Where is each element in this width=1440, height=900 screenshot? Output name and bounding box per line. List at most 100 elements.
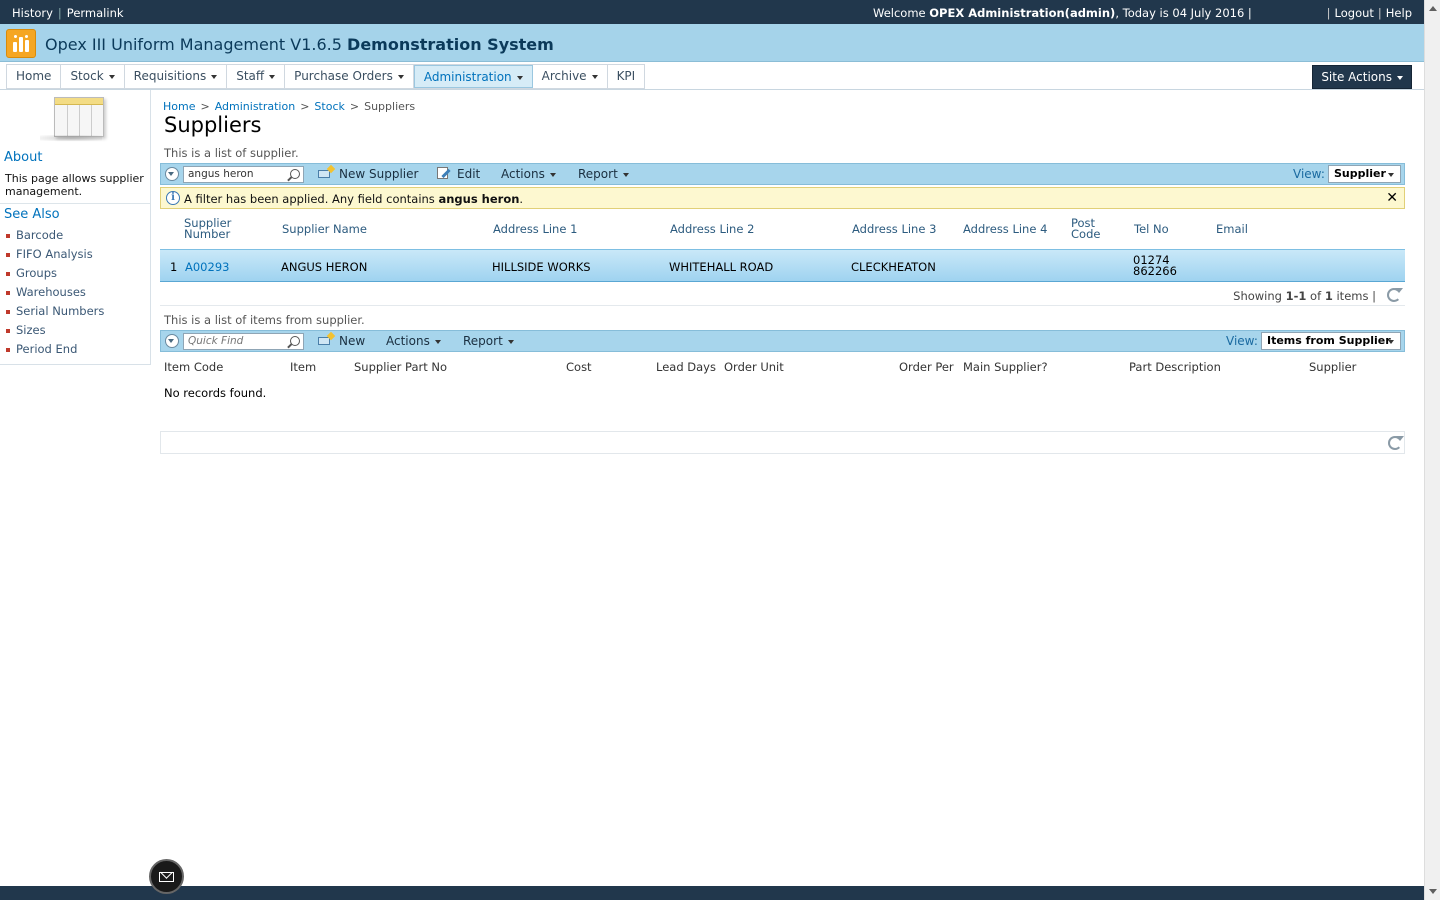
see-also-item-sizes[interactable]: Sizes	[6, 323, 104, 342]
breadcrumb-administration[interactable]: Administration	[215, 100, 296, 113]
nav-administration[interactable]: Administration	[413, 65, 533, 88]
header-label: Address Line 3	[852, 222, 937, 236]
header-label: Tel No	[1134, 222, 1169, 236]
column-header-main-supplier[interactable]: Main Supplier?	[963, 361, 1048, 373]
site-actions-button[interactable]: Site Actions	[1312, 65, 1412, 89]
nav-staff[interactable]: Staff	[227, 65, 286, 88]
clear-filter-close-icon[interactable]: ✕	[1386, 190, 1398, 206]
scroll-up-icon[interactable]	[1429, 6, 1437, 11]
nav-kpi[interactable]: KPI	[608, 65, 646, 88]
left-sidebar: About This page allows supplier manageme…	[0, 90, 151, 365]
bullet-icon	[6, 347, 10, 352]
new-item-icon	[318, 164, 336, 179]
history-link[interactable]: History	[12, 6, 53, 20]
column-header-order-per[interactable]: Order Per	[899, 360, 954, 374]
permalink-link[interactable]: Permalink	[67, 6, 124, 20]
scroll-down-icon[interactable]	[1429, 889, 1437, 894]
column-header-address-line-3[interactable]: Address Line 3	[852, 222, 937, 236]
edit-button[interactable]: Edit	[436, 167, 480, 181]
header-label: Address Line 4	[963, 222, 1048, 236]
info-icon: i	[166, 191, 180, 205]
view-select[interactable]: Supplier	[1328, 165, 1401, 183]
see-also-item-warehouses[interactable]: Warehouses	[6, 285, 104, 304]
today-date: , Today is 04 July 2016 |	[1115, 6, 1252, 20]
breadcrumb-home[interactable]: Home	[163, 100, 195, 113]
column-header-part-description[interactable]: Part Description	[1129, 361, 1221, 373]
column-header-cost[interactable]: Cost	[566, 361, 592, 373]
view-select[interactable]: Items from Supplier	[1261, 332, 1401, 350]
actions-menu[interactable]: Actions	[386, 334, 441, 348]
column-header-item[interactable]: Item	[290, 361, 316, 373]
filter-term: angus heron	[438, 192, 520, 206]
header-label: Address Line 2	[670, 222, 755, 236]
link-label: Barcode	[16, 228, 64, 242]
actions-menu[interactable]: Actions	[501, 167, 556, 181]
search-icon[interactable]	[290, 336, 300, 346]
see-also-item-period-end[interactable]: Period End	[6, 342, 104, 361]
table-row[interactable]: 1 A00293 ANGUS HERON HILLSIDE WORKS WHIT…	[160, 249, 1405, 282]
column-header-address-line-2[interactable]: Address Line 2	[670, 222, 755, 236]
logout-link[interactable]: Logout	[1335, 6, 1374, 20]
report-menu[interactable]: Report	[463, 334, 514, 348]
header-label: Order Per	[899, 360, 954, 374]
search-placeholder: Quick Find	[188, 335, 244, 347]
report-menu[interactable]: Report	[578, 167, 629, 181]
site-title[interactable]: Opex III Uniform Management V1.6.5 Demon…	[45, 35, 554, 54]
new-supplier-button[interactable]: New Supplier	[318, 164, 418, 181]
toolbar-menu-button[interactable]	[165, 334, 179, 348]
new-item-button[interactable]: New	[318, 331, 365, 348]
supplier-name-cell: ANGUS HERON	[281, 260, 368, 274]
separator: |	[1377, 6, 1382, 20]
nav-archive[interactable]: Archive	[533, 65, 608, 88]
site-logo-icon[interactable]	[6, 29, 36, 58]
header-label: Address Line 1	[493, 222, 578, 236]
vertical-scrollbar[interactable]	[1424, 0, 1440, 900]
nav-label: KPI	[616, 69, 636, 83]
column-header-supplier-name[interactable]: Supplier Name	[282, 223, 367, 235]
column-header-address-line-4[interactable]: Address Line 4	[963, 222, 1048, 236]
supplier-search-input[interactable]: angus heron	[183, 166, 304, 183]
suppliers-description: This is a list of supplier.	[164, 146, 299, 160]
column-header-supplier-number[interactable]: Supplier Number	[184, 217, 231, 240]
nav-requisitions[interactable]: Requisitions	[125, 65, 228, 88]
view-label: View:	[1226, 334, 1258, 348]
column-header-email[interactable]: Email	[1216, 223, 1248, 235]
column-header-post-code[interactable]: Post Code	[1071, 217, 1100, 240]
see-also-item-fifo-analysis[interactable]: FIFO Analysis	[6, 247, 104, 266]
refresh-icon[interactable]	[1388, 436, 1404, 450]
nav-purchase-orders[interactable]: Purchase Orders	[285, 65, 414, 88]
column-header-item-code[interactable]: Item Code	[164, 361, 223, 373]
column-header-supplier[interactable]: Supplier	[1309, 360, 1357, 374]
search-icon[interactable]	[290, 169, 300, 179]
header-label: Supplier	[1309, 360, 1357, 374]
feedback-mail-button[interactable]	[149, 859, 184, 894]
nav-label: Staff	[236, 69, 265, 83]
quick-find-input[interactable]: Quick Find	[183, 333, 304, 350]
site-subtitle: Demonstration System	[347, 35, 554, 54]
site-header: Opex III Uniform Management V1.6.5 Demon…	[0, 24, 1424, 62]
button-label: Report	[578, 167, 618, 181]
help-link[interactable]: Help	[1386, 6, 1412, 20]
column-header-supplier-part-no[interactable]: Supplier Part No	[354, 361, 447, 373]
navigation-bar: Home Stock Requisitions Staff Purchase O…	[0, 62, 1424, 90]
dropdown-caret-icon	[108, 74, 115, 79]
row-index: 1	[170, 260, 178, 274]
nav-label: Requisitions	[133, 69, 207, 83]
see-also-item-barcode[interactable]: Barcode	[6, 228, 104, 247]
see-also-item-groups[interactable]: Groups	[6, 266, 104, 285]
supplier-number-link[interactable]: A00293	[185, 261, 229, 273]
see-also-item-serial-numbers[interactable]: Serial Numbers	[6, 304, 104, 323]
column-header-lead-days[interactable]: Lead Days	[656, 361, 716, 373]
column-header-order-unit[interactable]: Order Unit	[724, 360, 784, 374]
breadcrumb-stock[interactable]: Stock	[314, 100, 344, 113]
column-header-tel-no[interactable]: Tel No	[1134, 222, 1169, 236]
nav-stock[interactable]: Stock	[61, 65, 125, 88]
dropdown-caret-icon	[549, 172, 556, 177]
about-heading: About	[4, 150, 43, 165]
nav-home[interactable]: Home	[7, 65, 62, 88]
header-label: Order Unit	[724, 360, 784, 374]
refresh-icon[interactable]	[1387, 288, 1403, 302]
view-label: View:	[1293, 167, 1325, 181]
column-header-address-line-1[interactable]: Address Line 1	[493, 222, 578, 236]
toolbar-menu-button[interactable]	[165, 167, 179, 181]
